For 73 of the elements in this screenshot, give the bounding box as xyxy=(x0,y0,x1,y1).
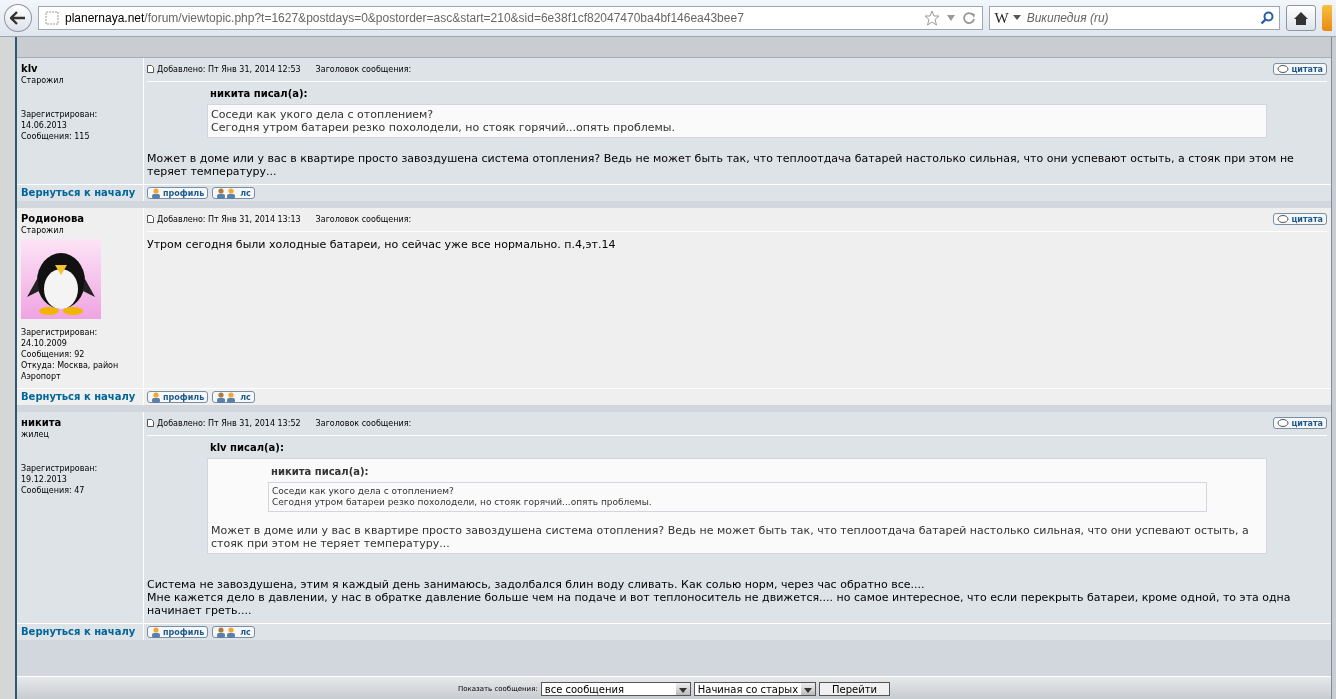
search-icon[interactable] xyxy=(1260,11,1275,25)
search-field[interactable]: W Википедия (ru) xyxy=(988,6,1281,30)
days-select[interactable]: все сообщения xyxy=(540,682,691,696)
profile-info: Откуда: Москва, район Аэропорт xyxy=(21,360,120,382)
go-button[interactable]: Перейти xyxy=(819,682,891,696)
post-icon xyxy=(147,419,154,427)
post-text: Мне кажется дело в давлении, у нас в обратке давление больше чем на подаче и вот теплоноситель не движется.... но самое интересное, что если перекрыть батареи, кроме одной, то эта одна начинает греть.... xyxy=(147,591,1292,617)
post-icon xyxy=(147,65,154,73)
post-date: Добавлено: Пт Янв 31, 2014 13:13 xyxy=(157,214,301,224)
dropdown-icon xyxy=(804,688,813,693)
message-button[interactable]: лс xyxy=(212,391,255,403)
author-rank: Старожил xyxy=(21,76,65,85)
quote-text: Соседи как укого дела с отоплением? xyxy=(272,486,455,497)
post-text: Система не завоздушена, этим я каждый день занимаюсь, задолбался блин воду сливать. Как солью норм, через час обратно все.... xyxy=(147,578,926,591)
post-date: Добавлено: Пт Янв 31, 2014 12:53 xyxy=(157,64,301,74)
reload-icon[interactable] xyxy=(961,11,976,25)
quote-text: Сегодня утром батареи резко похолодели, но стояк горячий...опять проблемы. xyxy=(272,497,653,508)
profile-info: 19.12.2013 xyxy=(21,474,68,485)
dropdown-icon xyxy=(678,688,687,693)
quote-text: Соседи как укого дела с отоплением? xyxy=(211,108,435,121)
speech-bubble-icon xyxy=(1277,418,1290,428)
search-engine-label[interactable]: W xyxy=(994,9,1009,27)
quote-text: Может в доме или у вас в квартире просто завоздушена система отопления? Ведь не может быть так, что теплоотдача батарей настолько сильная, что они успевают остыть, а стояк при этом не теряет температуру... xyxy=(211,524,1250,550)
quote-button[interactable]: цитата xyxy=(1273,213,1327,225)
back-arrow-icon xyxy=(9,11,26,25)
author-rank: жилец xyxy=(21,430,50,439)
back-to-top-link[interactable]: Вернуться к началу xyxy=(21,187,136,198)
quote-button[interactable]: цитата xyxy=(1273,63,1327,75)
quote-author: никита писал(а): xyxy=(271,466,370,477)
user-icon xyxy=(151,187,161,199)
profile-info: Зарегистрирован: xyxy=(21,463,99,474)
profile-info: Зарегистрирован: xyxy=(21,109,99,120)
back-to-top-link[interactable]: Вернуться к началу xyxy=(21,391,136,402)
back-to-top-link[interactable]: Вернуться к началу xyxy=(21,626,136,637)
post-text: Утром сегодня были холодные батареи, но сейчас уже все нормально. п.4,эт.14 xyxy=(147,238,617,251)
quote-button[interactable]: цитата xyxy=(1273,417,1327,429)
quote-text: Сегодня утром батареи резко похолодели, но стояк горячий...опять проблемы. xyxy=(211,121,676,134)
speech-bubble-icon xyxy=(1277,64,1290,74)
home-button[interactable] xyxy=(1286,5,1316,31)
profile-button[interactable]: профиль xyxy=(147,391,209,403)
author-name[interactable]: Родионова xyxy=(21,213,140,224)
post-icon xyxy=(147,215,154,223)
dropdown-icon[interactable] xyxy=(1012,15,1021,21)
author-name[interactable]: klv xyxy=(21,63,140,74)
subject-label: Заголовок сообщения: xyxy=(315,214,412,224)
author-rank: Старожил xyxy=(21,226,65,235)
profile-info: Сообщения: 47 xyxy=(21,485,86,496)
speech-bubble-icon xyxy=(1277,214,1290,224)
user-icon xyxy=(151,626,161,638)
profile-button[interactable]: профиль xyxy=(147,626,209,638)
profile-button[interactable]: профиль xyxy=(147,187,209,199)
address-bar[interactable]: planernaya.net/forum/viewtopic.php?t=1627&postdays=0&postorder=asc&start=210&sid=6e38f1cf82047470ba4bf146ea43bee7 xyxy=(37,6,983,30)
post-text: Может в доме или у вас в квартире просто завоздушена система отопления? Ведь не может быть так, что теплоотдача батарей настолько сильная, что они успевают остыть, а стояк при этом не теряет температуру... xyxy=(147,152,1295,178)
user-icon xyxy=(151,391,161,403)
post-date: Добавлено: Пт Янв 31, 2014 13:52 xyxy=(157,418,301,428)
profile-info: Зарегистрирован: xyxy=(21,327,99,338)
quote-author: никита писал(а): xyxy=(210,88,309,99)
subject-label: Заголовок сообщения: xyxy=(315,64,412,74)
home-icon xyxy=(1293,10,1310,26)
profile-info: Сообщения: 92 xyxy=(21,349,86,360)
url-text: planernaya.net/forum/viewtopic.php?t=1627&postdays=0&postorder=asc&start=210&sid=6e38f1cf82047470ba4bf146ea43bee7 xyxy=(64,11,745,25)
star-icon[interactable] xyxy=(923,10,940,26)
order-select[interactable]: Начиная со старых xyxy=(693,682,817,696)
back-button[interactable] xyxy=(4,4,32,32)
profile-info: Сообщения: 115 xyxy=(21,131,91,142)
message-button[interactable]: лс xyxy=(212,626,255,638)
profile-info: 24.10.2009 xyxy=(21,338,68,349)
subject-label: Заголовок сообщения: xyxy=(315,418,412,428)
profile-info: 14.06.2013 xyxy=(21,120,68,131)
page-icon xyxy=(44,11,59,25)
author-name[interactable]: никита xyxy=(21,417,140,428)
quote-author: klv писал(а): xyxy=(210,442,285,453)
message-button[interactable]: лс xyxy=(212,187,255,199)
